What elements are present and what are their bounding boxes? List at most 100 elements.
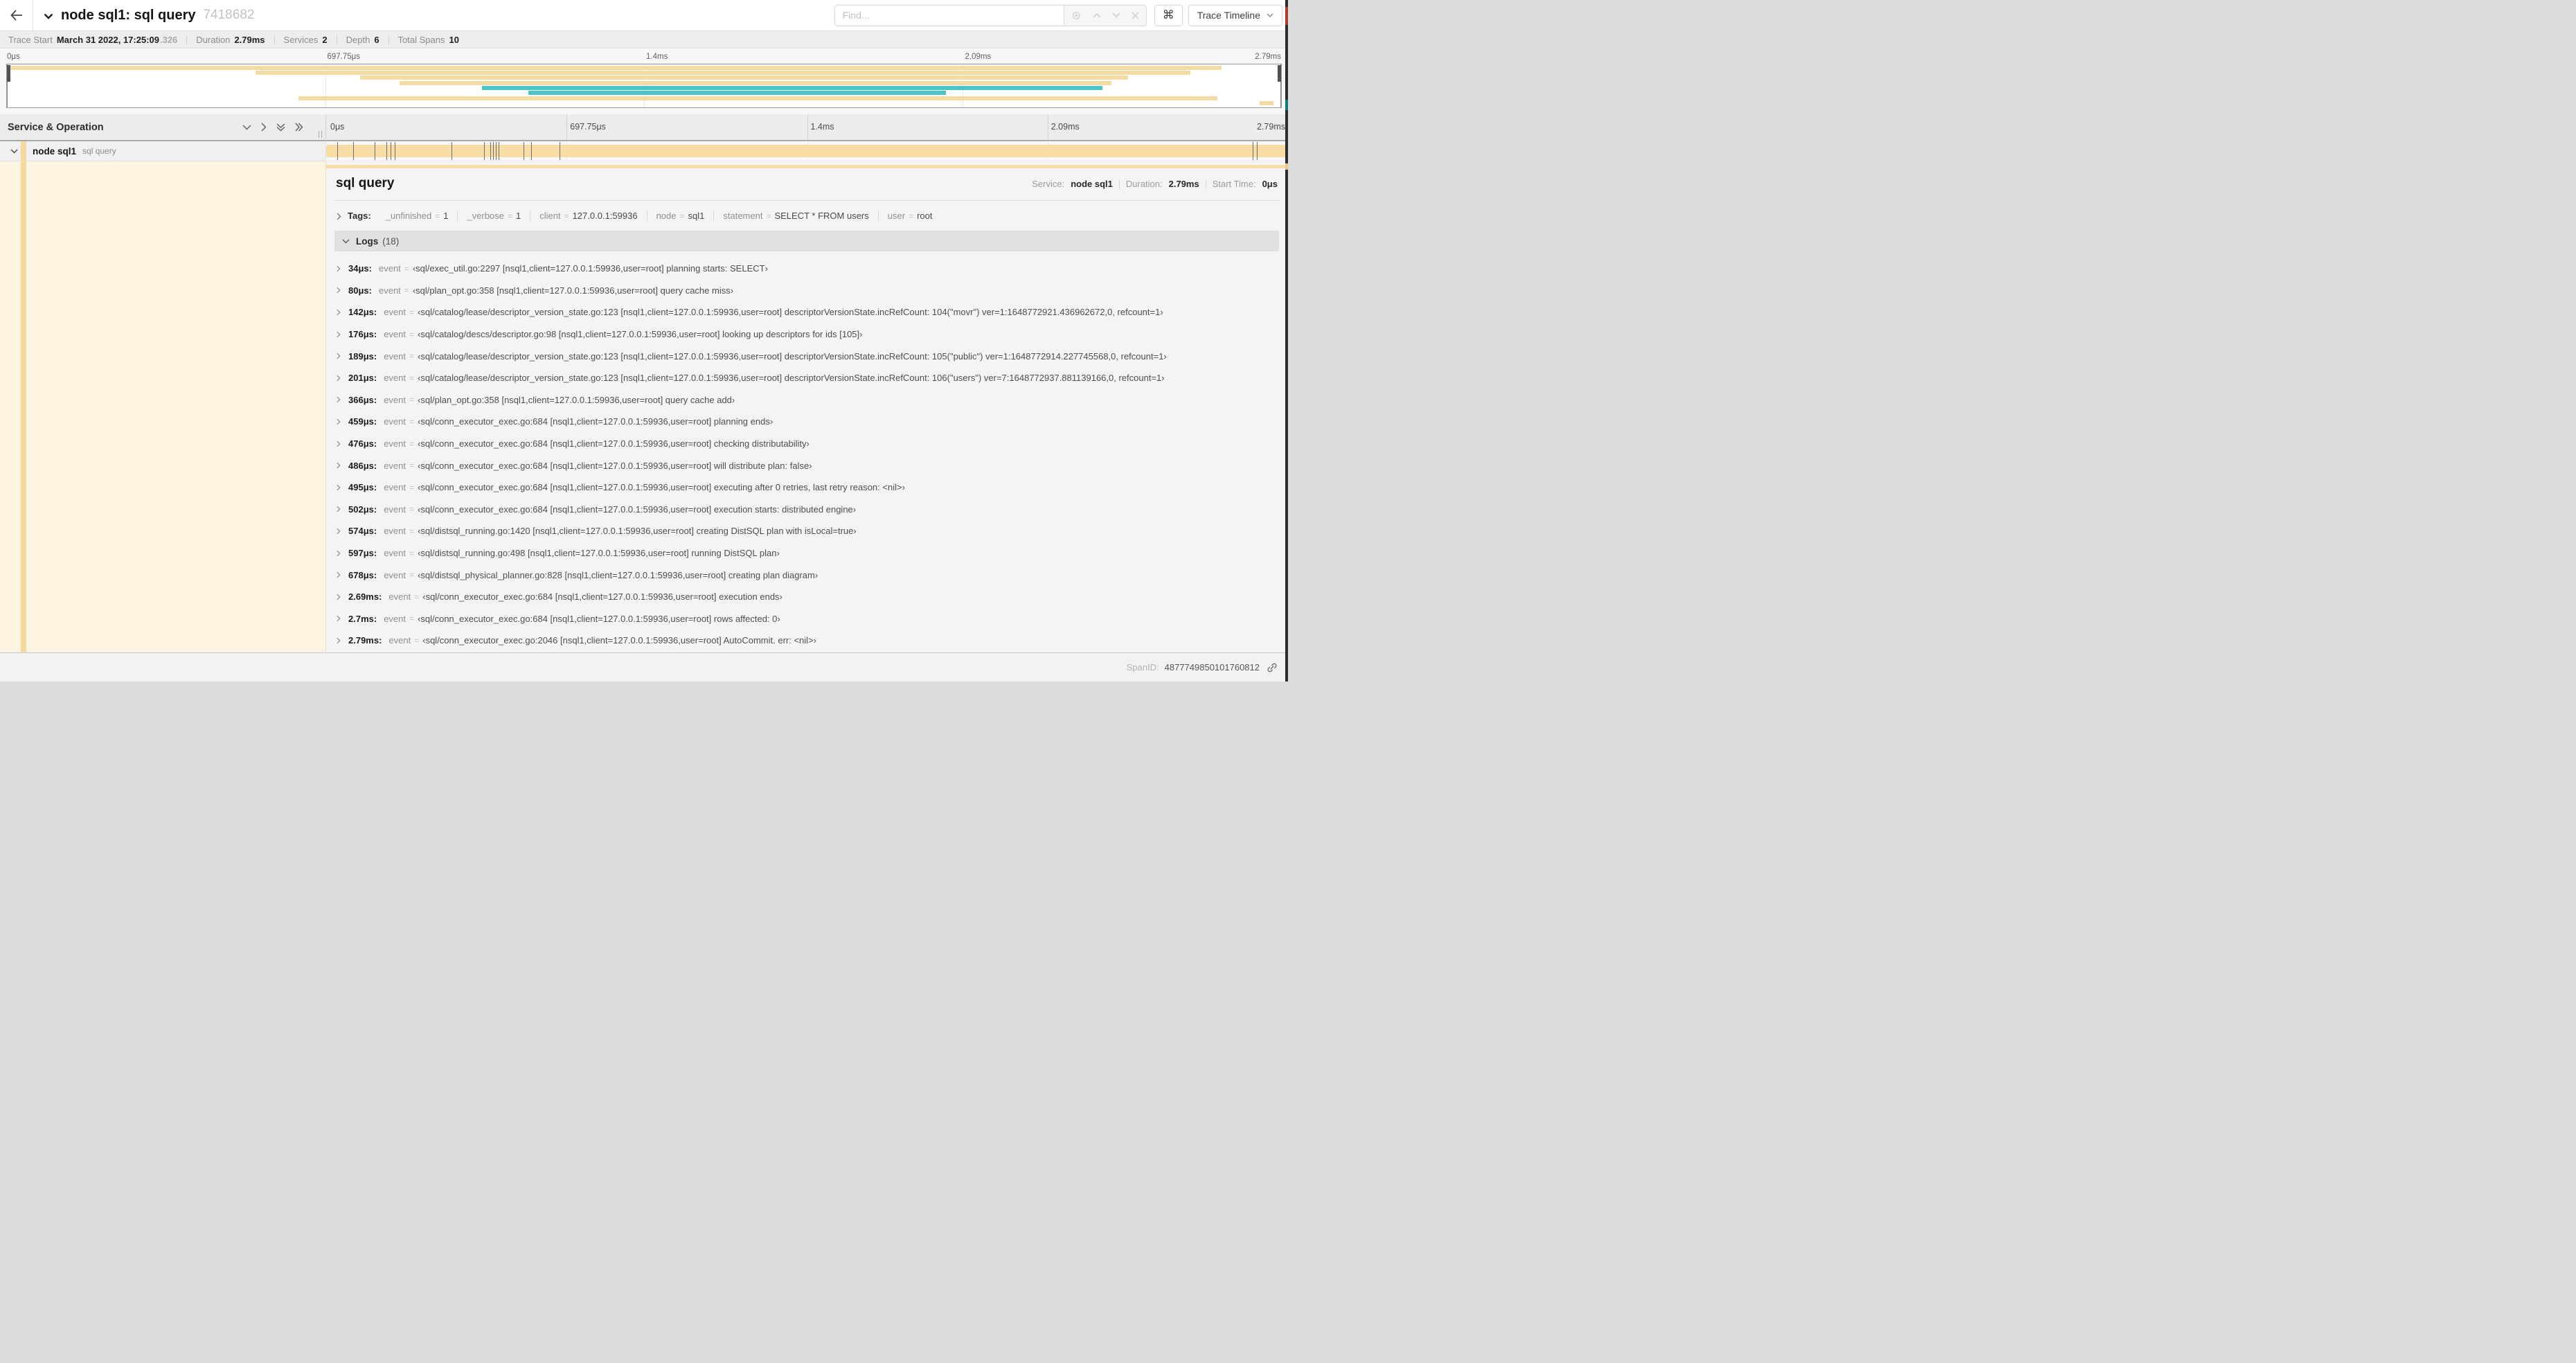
span-row-node-sql1[interactable]: node sql1 sql query (0, 141, 1288, 161)
chevron-up-icon[interactable] (1093, 12, 1101, 18)
log-row[interactable]: 476μs: event = ‹sql/conn_executor_exec.go:6… (337, 433, 1279, 455)
link-icon[interactable] (1267, 662, 1278, 673)
tags-row[interactable]: Tags: _unfinished = 1 _verbose = 1 client = 127.… (334, 211, 1279, 221)
tag-item[interactable]: _unfinished = 1 (377, 211, 458, 221)
trace-view-selector[interactable]: Trace Timeline (1188, 4, 1282, 26)
minimap-left-scrubber[interactable] (7, 64, 10, 107)
left-scrubber-grip[interactable] (7, 65, 10, 82)
log-row[interactable]: 189μs: event = ‹sql/catalog/lease/descripto… (337, 345, 1279, 367)
log-row[interactable]: 2.7ms: event = ‹sql/conn_executor_exec.go:6… (337, 608, 1279, 630)
log-row[interactable]: 366μs: event = ‹sql/plan_opt.go:358 [nsql1,… (337, 389, 1279, 411)
log-row[interactable]: 34μs: event = ‹sql/exec_util.go:2297 [nsql1… (337, 258, 1279, 280)
duration-value: 2.79ms (1168, 179, 1199, 189)
back-button[interactable] (0, 0, 33, 30)
logs-header[interactable]: Logs (18) (334, 231, 1279, 251)
equals-sign: = (409, 461, 415, 471)
collapse-all-icon[interactable] (276, 123, 285, 132)
column-resize-grip[interactable] (319, 131, 322, 138)
log-marker[interactable] (1256, 142, 1258, 160)
tick-label: 0μs (7, 53, 20, 61)
screen-edge-artifact (1285, 0, 1288, 682)
span-row-timeline-cell[interactable] (325, 141, 1288, 161)
span-detail-row: sql query Service: node sql1 Duration: 2… (0, 141, 1288, 669)
minimap-span-bar (399, 80, 1112, 85)
timeline-ruler[interactable]: 0μs 697.75μs 1.4ms 2.09ms 2.79ms (325, 114, 1288, 141)
minimap-canvas[interactable] (6, 64, 1282, 108)
span-duration-bar[interactable] (326, 145, 1288, 157)
right-scrubber-grip[interactable] (1278, 65, 1281, 82)
log-timestamp: 502μs: (348, 504, 377, 515)
tag-item[interactable]: client = 127.0.0.1:59936 (530, 211, 647, 221)
duration-label: Duration: (1125, 179, 1163, 189)
log-row[interactable]: 597μs: event = ‹sql/distsql_running.go:498 … (337, 542, 1279, 564)
log-row[interactable]: 176μs: event = ‹sql/catalog/descs/descripto… (337, 323, 1279, 346)
span-detail-title: sql query (336, 176, 395, 190)
log-field-value: ‹sql/conn_executor_exec.go:684 [nsql1,cl… (418, 438, 810, 449)
log-timestamp: 366μs: (348, 394, 377, 405)
log-row[interactable]: 2.79ms: event = ‹sql/conn_executor_exec.go:… (337, 630, 1279, 652)
span-row-name-cell[interactable]: node sql1 sql query (0, 141, 325, 161)
log-row[interactable]: 574μs: event = ‹sql/distsql_running.go:1420… (337, 520, 1279, 542)
log-marker[interactable] (451, 142, 452, 160)
log-row[interactable]: 495μs: event = ‹sql/conn_executor_exec.go:6… (337, 476, 1279, 499)
log-marker[interactable] (337, 142, 338, 160)
collapse-one-icon[interactable] (242, 125, 251, 130)
span-id-footer: SpanID: 4877749850101760812 (0, 652, 1288, 682)
log-field-key: event (388, 591, 411, 603)
target-icon[interactable] (1071, 10, 1082, 21)
log-marker[interactable] (495, 142, 497, 160)
log-marker[interactable] (492, 142, 494, 160)
log-row[interactable]: 142μs: event = ‹sql/catalog/lease/descripto… (337, 301, 1279, 323)
log-marker[interactable] (353, 142, 355, 160)
minimap-span-bar (7, 65, 1222, 70)
log-row[interactable]: 2.69ms: event = ‹sql/conn_executor_exec.go:… (337, 586, 1279, 608)
log-timestamp: 176μs: (348, 329, 377, 340)
log-timestamp: 189μs: (348, 350, 377, 362)
log-marker[interactable] (490, 142, 491, 160)
tag-item[interactable]: user = root (879, 211, 942, 221)
span-detail-left-column (0, 161, 325, 652)
log-row[interactable]: 80μs: event = ‹sql/plan_opt.go:358 [nsql1,c… (337, 280, 1279, 302)
keyboard-shortcuts-button[interactable]: ⌘ (1154, 4, 1183, 26)
log-field-value: ‹sql/distsql_running.go:498 [nsql1,clien… (418, 548, 780, 559)
log-row[interactable]: 678μs: event = ‹sql/distsql_physical_planne… (337, 564, 1279, 586)
span-operation-name: sql query (82, 146, 116, 156)
tag-item[interactable]: node = sql1 (647, 211, 715, 221)
logs-title: Logs (356, 235, 379, 247)
log-row[interactable]: 502μs: event = ‹sql/conn_executor_exec.go:6… (337, 499, 1279, 521)
trace-view-selector-label: Trace Timeline (1197, 10, 1260, 21)
tags-expand-chevron-icon (337, 213, 341, 220)
log-marker[interactable] (484, 142, 485, 160)
equals-sign: = (409, 614, 415, 624)
tag-item[interactable]: statement = SELECT * FROM users (714, 211, 879, 221)
jaeger-trace-timeline-page: node sql1: sql query 7418682 Find... ⌘ T… (0, 0, 1288, 682)
log-row[interactable]: 201μs: event = ‹sql/catalog/lease/descripto… (337, 367, 1279, 389)
tag-key: node (656, 211, 677, 221)
minimap-span-bar (359, 75, 1129, 80)
close-icon[interactable] (1132, 11, 1139, 19)
span-detail-header: sql query Service: node sql1 Duration: 2… (334, 170, 1279, 191)
equals-sign: = (409, 395, 415, 405)
collapse-trace-chevron-icon[interactable] (44, 13, 53, 19)
minimap-span-row (7, 75, 1281, 80)
log-marker[interactable] (531, 142, 533, 160)
log-field-value: ‹sql/conn_executor_exec.go:2046 [nsql1,c… (422, 635, 816, 646)
tag-item[interactable]: _verbose = 1 (458, 211, 531, 221)
row-collapse-chevron-icon[interactable] (10, 148, 18, 154)
expand-all-icon[interactable] (295, 123, 303, 132)
log-row[interactable]: 486μs: event = ‹sql/conn_executor_exec.go:6… (337, 454, 1279, 476)
span-detail-panel: sql query Service: node sql1 Duration: 2… (325, 161, 1288, 669)
logs-list: 34μs: event = ‹sql/exec_util.go:2297 [nsql1… (334, 251, 1279, 652)
equals-sign: = (409, 329, 415, 339)
chevron-down-icon[interactable] (1112, 12, 1120, 18)
top-header: node sql1: sql query 7418682 Find... ⌘ T… (0, 0, 1288, 30)
equals-sign: = (414, 591, 420, 602)
log-marker[interactable] (386, 142, 387, 160)
minimap-right-scrubber[interactable] (1278, 64, 1281, 107)
minimap-span-row (7, 65, 1281, 70)
expand-one-icon[interactable] (261, 123, 267, 132)
log-timestamp: 574μs: (348, 526, 377, 537)
trace-start-value: March 31 2022, 17:25:09 (56, 34, 159, 45)
find-input[interactable] (834, 4, 1064, 26)
log-row[interactable]: 459μs: event = ‹sql/conn_executor_exec.go:6… (337, 411, 1279, 433)
